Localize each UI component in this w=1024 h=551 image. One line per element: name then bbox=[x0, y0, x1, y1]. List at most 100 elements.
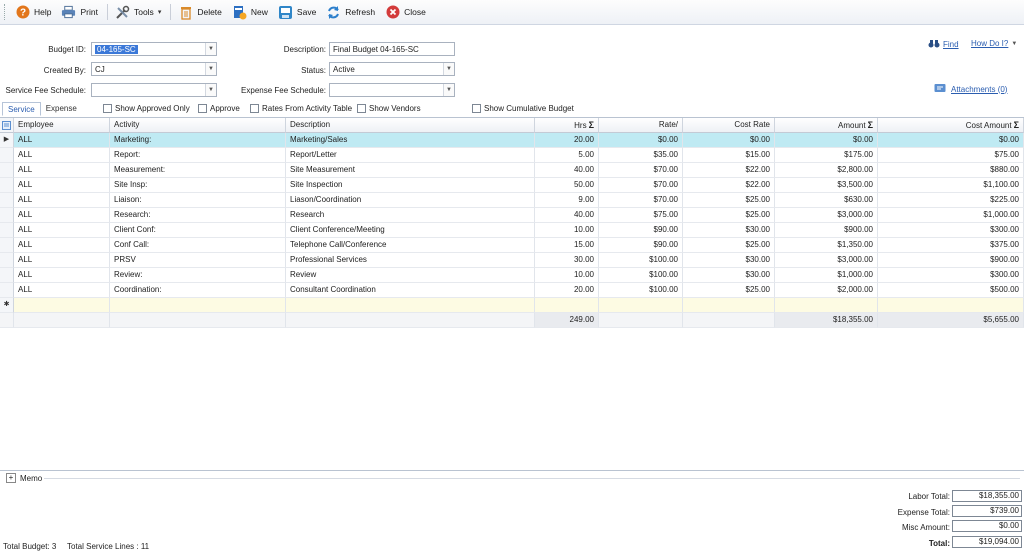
cell-cost-amount[interactable]: $500.00 bbox=[878, 283, 1024, 298]
how-do-i-link[interactable]: How Do I? bbox=[971, 39, 1008, 48]
row-selector[interactable] bbox=[0, 283, 14, 298]
cell-description[interactable]: Review bbox=[286, 268, 535, 283]
cell-hrs[interactable]: 40.00 bbox=[535, 208, 599, 223]
cell-cost-rate[interactable]: $25.00 bbox=[683, 193, 775, 208]
col-employee[interactable]: Employee bbox=[14, 118, 110, 133]
cell-description[interactable]: Marketing/Sales bbox=[286, 133, 535, 148]
how-do-i-group[interactable]: How Do I? ▼ bbox=[971, 39, 1017, 48]
close-button[interactable]: Close bbox=[381, 2, 430, 22]
table-row[interactable]: ALL Coordination: Consultant Coordination 2… bbox=[0, 283, 1024, 298]
chevron-down-icon[interactable]: ▼ bbox=[205, 43, 216, 55]
tab-expense[interactable]: Expense bbox=[41, 102, 82, 116]
cell-description[interactable]: Professional Services bbox=[286, 253, 535, 268]
cell-rate[interactable]: $70.00 bbox=[599, 163, 683, 178]
tools-button[interactable]: Tools ▾ bbox=[111, 2, 165, 22]
cell-rate[interactable]: $90.00 bbox=[599, 238, 683, 253]
current-row-indicator-icon[interactable]: ▶ bbox=[0, 133, 14, 148]
table-row[interactable]: ALL Site Insp: Site Inspection 50.00 $70.00 $… bbox=[0, 178, 1024, 193]
cell-hrs[interactable]: 10.00 bbox=[535, 268, 599, 283]
cell-amount[interactable]: $1,350.00 bbox=[775, 238, 878, 253]
row-selector[interactable] bbox=[0, 163, 14, 178]
created-by-field[interactable]: CJ ▼ bbox=[91, 62, 217, 76]
service-fee-schedule-field[interactable]: ▼ bbox=[91, 83, 217, 97]
cell-activity[interactable]: Liaison: bbox=[110, 193, 286, 208]
cell-amount[interactable]: $2,800.00 bbox=[775, 163, 878, 178]
cell-hrs[interactable]: 20.00 bbox=[535, 283, 599, 298]
cell-activity[interactable]: Marketing: bbox=[110, 133, 286, 148]
table-row[interactable]: ALL PRSV Professional Services 30.00 $100.00… bbox=[0, 253, 1024, 268]
new-row-cell[interactable] bbox=[878, 298, 1024, 313]
col-activity[interactable]: Activity bbox=[110, 118, 286, 133]
cell-rate[interactable]: $70.00 bbox=[599, 193, 683, 208]
description-field[interactable]: Final Budget 04-165-SC bbox=[329, 42, 455, 56]
chevron-down-icon[interactable]: ▼ bbox=[205, 63, 216, 75]
col-cost-amount[interactable]: Cost Amount Σ bbox=[878, 118, 1024, 133]
new-row-cell[interactable] bbox=[775, 298, 878, 313]
cell-employee[interactable]: ALL bbox=[14, 238, 110, 253]
cell-amount[interactable]: $3,500.00 bbox=[775, 178, 878, 193]
rates-from-activity-checkbox[interactable]: Rates From Activity Table bbox=[250, 104, 352, 113]
table-row[interactable]: ALL Client Conf: Client Conference/Meeting… bbox=[0, 223, 1024, 238]
cell-hrs[interactable]: 5.00 bbox=[535, 148, 599, 163]
cell-cost-amount[interactable]: $75.00 bbox=[878, 148, 1024, 163]
grid-select-all-icon[interactable] bbox=[0, 118, 14, 133]
checkbox-box[interactable] bbox=[357, 104, 366, 113]
save-button[interactable]: Save bbox=[274, 2, 320, 22]
checkbox-box[interactable] bbox=[198, 104, 207, 113]
cell-amount[interactable]: $2,000.00 bbox=[775, 283, 878, 298]
chevron-down-icon[interactable]: ▼ bbox=[205, 84, 216, 96]
table-row[interactable]: ALL Conf Call: Telephone Call/Conference 15… bbox=[0, 238, 1024, 253]
table-row[interactable]: ALL Report: Report/Letter 5.00 $35.00 $15.00 $… bbox=[0, 148, 1024, 163]
approve-checkbox[interactable]: Approve bbox=[198, 104, 240, 113]
help-button[interactable]: ? Help bbox=[11, 2, 55, 22]
row-selector[interactable] bbox=[0, 208, 14, 223]
cell-activity[interactable]: Research: bbox=[110, 208, 286, 223]
cell-cost-rate[interactable]: $25.00 bbox=[683, 208, 775, 223]
cell-rate[interactable]: $100.00 bbox=[599, 283, 683, 298]
new-row-cell[interactable] bbox=[286, 298, 535, 313]
attachments-group[interactable]: Attachments (0) bbox=[934, 83, 1007, 95]
cell-activity[interactable]: Review: bbox=[110, 268, 286, 283]
cell-employee[interactable]: ALL bbox=[14, 208, 110, 223]
cell-rate[interactable]: $70.00 bbox=[599, 178, 683, 193]
memo-section[interactable]: + Memo bbox=[6, 473, 42, 483]
checkbox-box[interactable] bbox=[103, 104, 112, 113]
cell-description[interactable]: Telephone Call/Conference bbox=[286, 238, 535, 253]
cell-cost-amount[interactable]: $375.00 bbox=[878, 238, 1024, 253]
cell-cost-rate[interactable]: $22.00 bbox=[683, 178, 775, 193]
cell-cost-amount[interactable]: $1,000.00 bbox=[878, 208, 1024, 223]
tab-service[interactable]: Service bbox=[2, 102, 41, 116]
cell-rate[interactable]: $35.00 bbox=[599, 148, 683, 163]
cell-cost-amount[interactable]: $300.00 bbox=[878, 268, 1024, 283]
show-cumulative-checkbox[interactable]: Show Cumulative Budget bbox=[472, 104, 574, 113]
new-row-asterisk-icon[interactable]: ✱ bbox=[0, 298, 14, 313]
new-row-cell[interactable] bbox=[683, 298, 775, 313]
cell-description[interactable]: Site Inspection bbox=[286, 178, 535, 193]
cell-amount[interactable]: $900.00 bbox=[775, 223, 878, 238]
col-description[interactable]: Description bbox=[286, 118, 535, 133]
cell-amount[interactable]: $3,000.00 bbox=[775, 208, 878, 223]
table-row[interactable]: ALL Measurement: Site Measurement 40.00 $70.… bbox=[0, 163, 1024, 178]
cell-amount[interactable]: $0.00 bbox=[775, 133, 878, 148]
cell-description[interactable]: Client Conference/Meeting bbox=[286, 223, 535, 238]
table-row[interactable]: ALL Liaison: Liason/Coordination 9.00 $70.00… bbox=[0, 193, 1024, 208]
cell-activity[interactable]: PRSV bbox=[110, 253, 286, 268]
cell-employee[interactable]: ALL bbox=[14, 148, 110, 163]
cell-rate[interactable]: $90.00 bbox=[599, 223, 683, 238]
row-selector[interactable] bbox=[0, 148, 14, 163]
col-hrs[interactable]: Hrs Σ bbox=[535, 118, 599, 133]
chevron-down-icon[interactable]: ▼ bbox=[443, 63, 454, 75]
delete-button[interactable]: Delete bbox=[174, 2, 226, 22]
cell-hrs[interactable]: 30.00 bbox=[535, 253, 599, 268]
cell-cost-amount[interactable]: $0.00 bbox=[878, 133, 1024, 148]
cell-description[interactable]: Site Measurement bbox=[286, 163, 535, 178]
cell-cost-rate[interactable]: $30.00 bbox=[683, 268, 775, 283]
checkbox-box[interactable] bbox=[472, 104, 481, 113]
cell-rate[interactable]: $75.00 bbox=[599, 208, 683, 223]
cell-hrs[interactable]: 50.00 bbox=[535, 178, 599, 193]
expense-fee-schedule-field[interactable]: ▼ bbox=[329, 83, 455, 97]
find-link-group[interactable]: Find bbox=[928, 39, 959, 50]
cell-cost-rate[interactable]: $30.00 bbox=[683, 253, 775, 268]
cell-description[interactable]: Liason/Coordination bbox=[286, 193, 535, 208]
col-rate[interactable]: Rate/ bbox=[599, 118, 683, 133]
